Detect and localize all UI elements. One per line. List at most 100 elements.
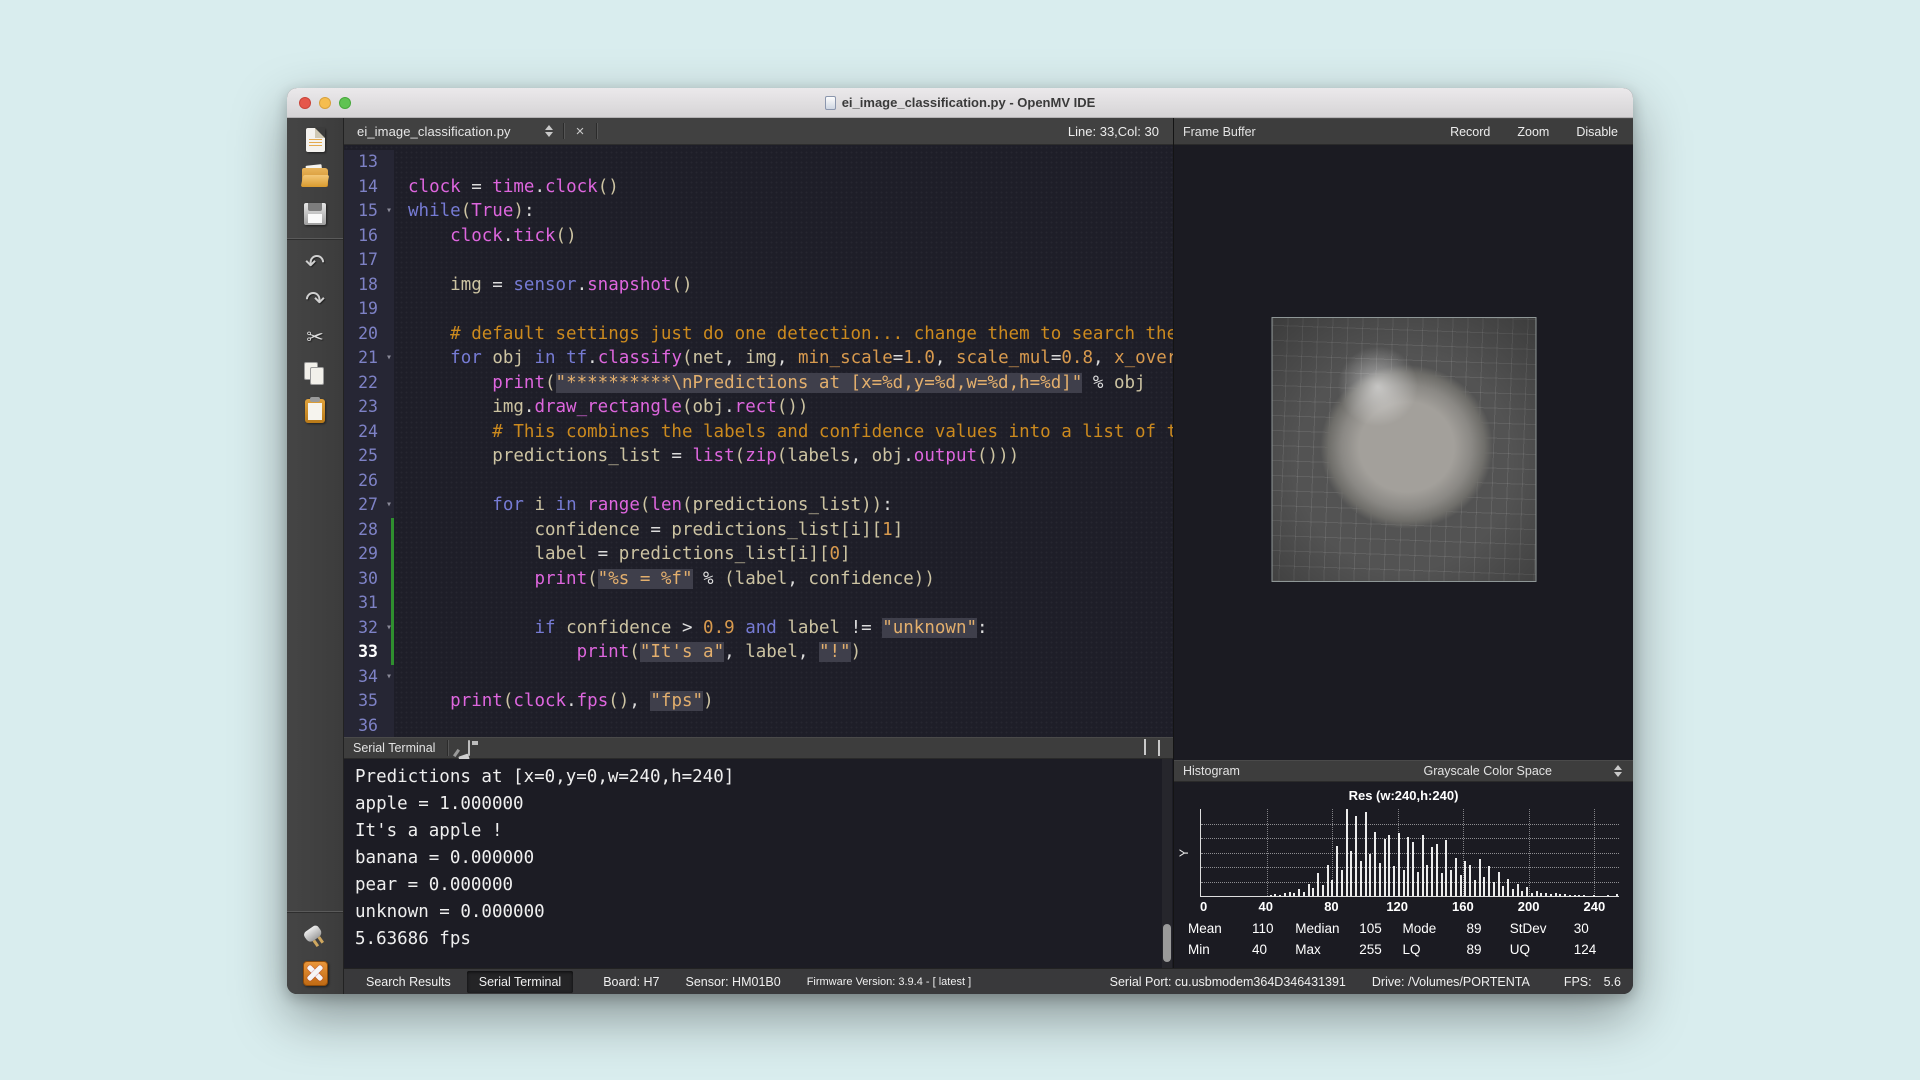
open-file-button[interactable] [298, 161, 332, 193]
hist-bar [1535, 890, 1538, 896]
line-number: 14 [344, 174, 394, 199]
terminal-scrollbar-thumb[interactable] [1163, 924, 1171, 962]
save-file-button[interactable] [298, 198, 332, 230]
code-line[interactable]: 26 [344, 468, 1173, 493]
fold-arrow-icon[interactable]: ▾ [386, 493, 392, 518]
code-line[interactable]: 18 img = sensor.snapshot() [344, 272, 1173, 297]
code-line[interactable]: 34 ▾ [344, 664, 1173, 690]
hist-bar [1554, 893, 1557, 896]
hist-bar [1616, 894, 1619, 896]
save-icon [304, 203, 326, 225]
hist-bar [1279, 895, 1281, 896]
histogram-title: Histogram [1183, 764, 1240, 778]
hist-bar [1530, 892, 1533, 896]
code-editor[interactable]: 13 14 clock = time.clock() 15 ▾ while(True): 1… [344, 145, 1173, 737]
toolbar: ↶ ↷ ✂ [287, 118, 344, 994]
zoom-button[interactable]: Zoom [1517, 125, 1549, 139]
serial-terminal-output[interactable]: Predictions at [x=0,y=0,w=240,h=240] appl… [344, 759, 1173, 968]
hist-bar [1568, 895, 1571, 896]
redo-button[interactable]: ↷ [298, 284, 332, 316]
code-line[interactable]: 27 ▾ for i in range(len(predictions_list)… [344, 493, 1173, 518]
tab-close-button[interactable]: × [574, 123, 587, 140]
connect-button[interactable] [298, 920, 332, 952]
close-window-button[interactable] [299, 96, 311, 109]
tab-ei-image-classification[interactable]: ei_image_classification.py × [344, 123, 598, 140]
hist-bar [1459, 875, 1462, 896]
code-line[interactable]: 14 clock = time.clock() [344, 174, 1173, 199]
detach-terminal-button[interactable] [1158, 740, 1160, 756]
code-line[interactable]: 19 [344, 297, 1173, 322]
code-line[interactable]: 15 ▾ while(True): [344, 199, 1173, 224]
x-tick-label: 160 [1452, 899, 1474, 914]
record-button[interactable]: Record [1450, 125, 1490, 139]
hist-bar [1606, 895, 1609, 896]
new-file-button[interactable] [298, 124, 332, 156]
scissors-icon: ✂ [306, 325, 324, 349]
frame-buffer-view [1174, 145, 1633, 760]
code-line[interactable]: 22 print("**********\nPredictions at [x=… [344, 370, 1173, 395]
line-number: 36 [344, 713, 394, 737]
histogram-chart [1200, 809, 1619, 897]
frame-buffer-title: Frame Buffer [1183, 124, 1256, 139]
line-number: 35 [344, 689, 394, 714]
code-line[interactable]: 35 print(clock.fps(), "fps") [344, 689, 1173, 714]
stat-min: Min 40 [1188, 942, 1268, 957]
hist-bar [1307, 883, 1310, 896]
copy-icon [304, 362, 326, 386]
terminal-scrollbar[interactable] [1162, 759, 1172, 968]
undo-icon: ↶ [304, 249, 326, 277]
hist-bar [1283, 893, 1286, 896]
statusbar-tab-serial-terminal[interactable]: Serial Terminal [466, 970, 574, 993]
line-number: 33 [344, 640, 394, 665]
line-number: 32 ▾ [344, 615, 394, 640]
copy-button[interactable] [298, 358, 332, 390]
code-line[interactable]: 23 img.draw_rectangle(obj.rect()) [344, 395, 1173, 420]
fold-arrow-icon[interactable]: ▾ [386, 199, 392, 224]
zoom-window-button[interactable] [339, 96, 351, 109]
fold-arrow-icon[interactable]: ▾ [386, 665, 392, 690]
code-line[interactable]: 28 confidence = predictions_list[i][1] [344, 517, 1173, 542]
code-line[interactable]: 25 predictions_list = list(zip(labels, o… [344, 444, 1173, 469]
code-line[interactable]: 31 [344, 591, 1173, 616]
code-line[interactable]: 36 [344, 713, 1173, 737]
titlebar: ei_image_classification.py - OpenMV IDE [287, 88, 1633, 118]
code-line[interactable]: 20 # default settings just do one detect… [344, 321, 1173, 346]
collapse-terminal-button[interactable] [1144, 739, 1146, 755]
disable-button[interactable]: Disable [1576, 125, 1618, 139]
color-space-value: Grayscale Color Space [1423, 764, 1552, 778]
minimize-window-button[interactable] [319, 96, 331, 109]
stop-script-button[interactable] [298, 957, 332, 989]
terminal-line: apple = 1.000000 [355, 794, 524, 814]
code-line[interactable]: 24 # This combines the labels and confid… [344, 419, 1173, 444]
changed-line-marker [391, 640, 394, 665]
hist-bar [1426, 864, 1429, 896]
tab-list-icon[interactable] [544, 125, 553, 137]
statusbar-tab-search-results[interactable]: Search Results [354, 971, 463, 993]
hist-bar [1573, 895, 1576, 896]
save-log-button[interactable] [468, 740, 471, 756]
stat-median: Median 105 [1295, 921, 1382, 936]
code-line[interactable]: 13 [344, 150, 1173, 175]
changed-line-marker [391, 615, 394, 640]
code-line[interactable]: 33 print("It's a", label, "!") [344, 640, 1173, 665]
toolbar-separator [287, 238, 343, 239]
color-space-select[interactable]: Grayscale Color Space [1423, 764, 1624, 778]
fold-arrow-icon[interactable]: ▾ [386, 346, 392, 371]
code-line[interactable]: 30 print("%s = %f" % (label, confidence)… [344, 566, 1173, 591]
hist-bar [1540, 893, 1543, 896]
detach-window-icon [1158, 740, 1160, 756]
hist-bar [1355, 815, 1357, 896]
code-line[interactable]: 32 ▾ if confidence > 0.9 and label != "un… [344, 615, 1173, 640]
chevron-up-icon [1144, 739, 1146, 755]
paste-button[interactable] [298, 395, 332, 427]
undo-button[interactable]: ↶ [298, 247, 332, 279]
tab-label: ei_image_classification.py [357, 123, 511, 139]
code-line[interactable]: 17 [344, 248, 1173, 273]
code-line[interactable]: 29 label = predictions_list[i][0] [344, 542, 1173, 567]
code-line[interactable]: 16 clock.tick() [344, 223, 1173, 248]
code-line[interactable]: 21 ▾ for obj in tf.classify(net, img, min… [344, 346, 1173, 371]
hist-bar [1374, 831, 1376, 896]
traffic-lights [299, 88, 351, 117]
cut-button[interactable]: ✂ [298, 321, 332, 353]
stat-uq: UQ 124 [1509, 942, 1597, 957]
